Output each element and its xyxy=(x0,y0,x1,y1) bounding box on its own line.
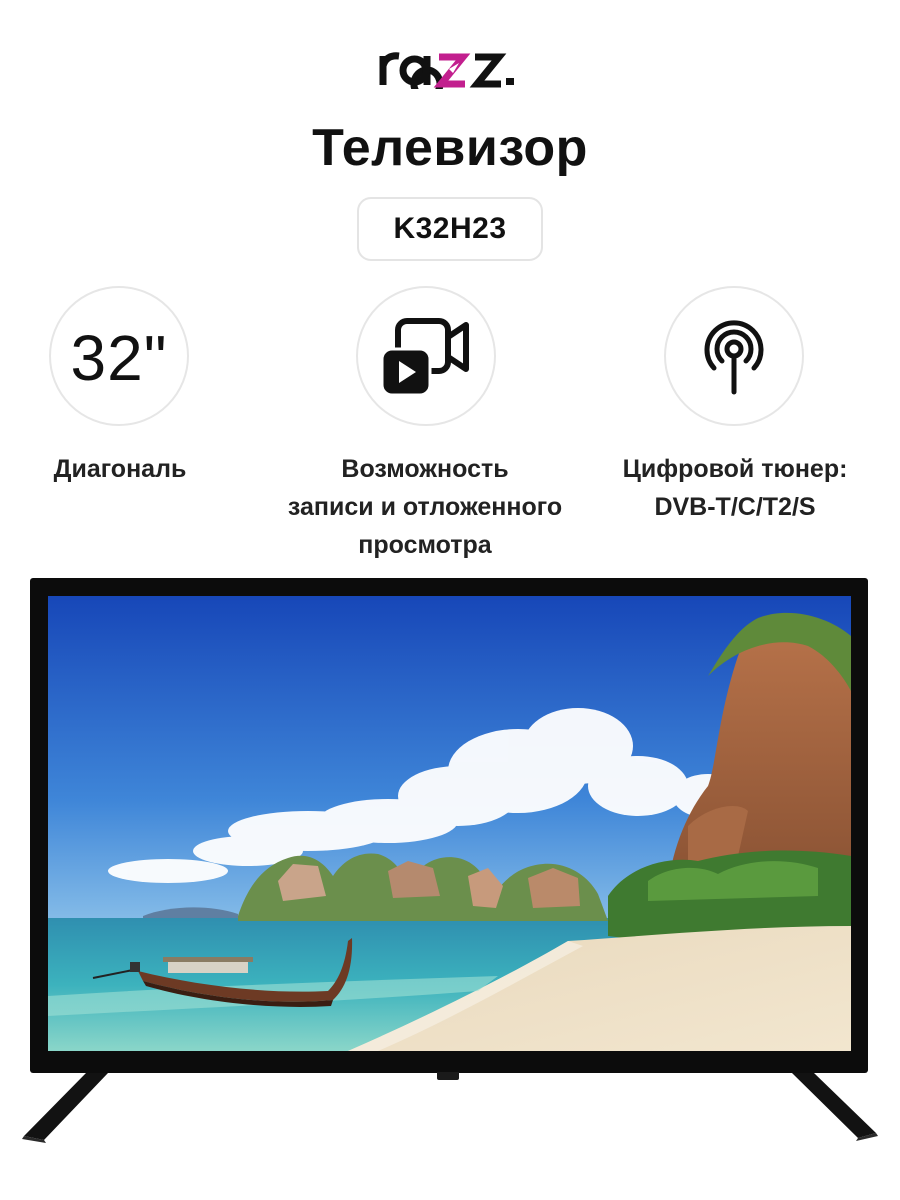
antenna-icon xyxy=(704,320,764,395)
diagonal-value: 32" xyxy=(70,322,168,394)
tv-screen xyxy=(48,596,851,1051)
tuner-label: Цифровой тюнер: DVB-T/C/T2/S xyxy=(622,455,848,521)
model-badge: K32H23 xyxy=(357,197,543,261)
diagonal-badge: 32" xyxy=(49,286,189,426)
razz-logo xyxy=(379,52,514,89)
video-record-icon xyxy=(380,318,469,397)
brand-logo xyxy=(0,38,900,90)
tuner-badge xyxy=(664,286,804,426)
product-title: Телевизор xyxy=(312,119,588,177)
recording-badge xyxy=(356,286,496,426)
tv-power-button xyxy=(437,1072,459,1080)
recording-label: Возможность записи и отложенного просмот… xyxy=(287,455,563,559)
diagonal-label: Диагональ xyxy=(53,455,187,483)
beach-landscape-image xyxy=(48,596,851,1051)
tv-product-image xyxy=(30,578,868,1073)
